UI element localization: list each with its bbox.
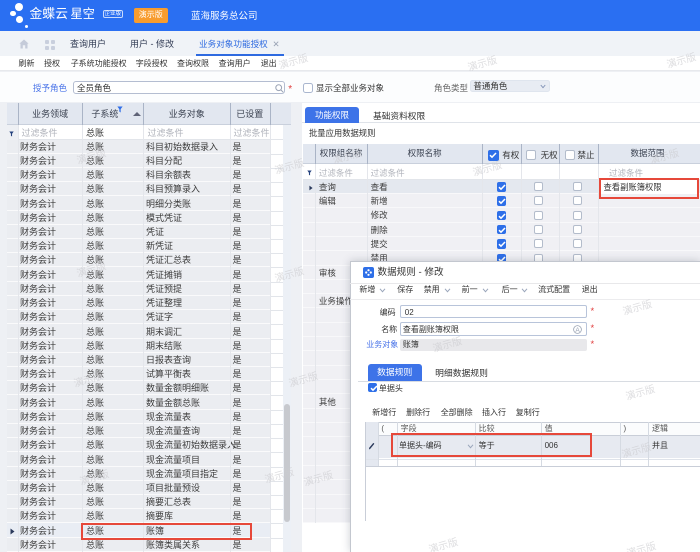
svg-text:A: A (575, 326, 580, 333)
